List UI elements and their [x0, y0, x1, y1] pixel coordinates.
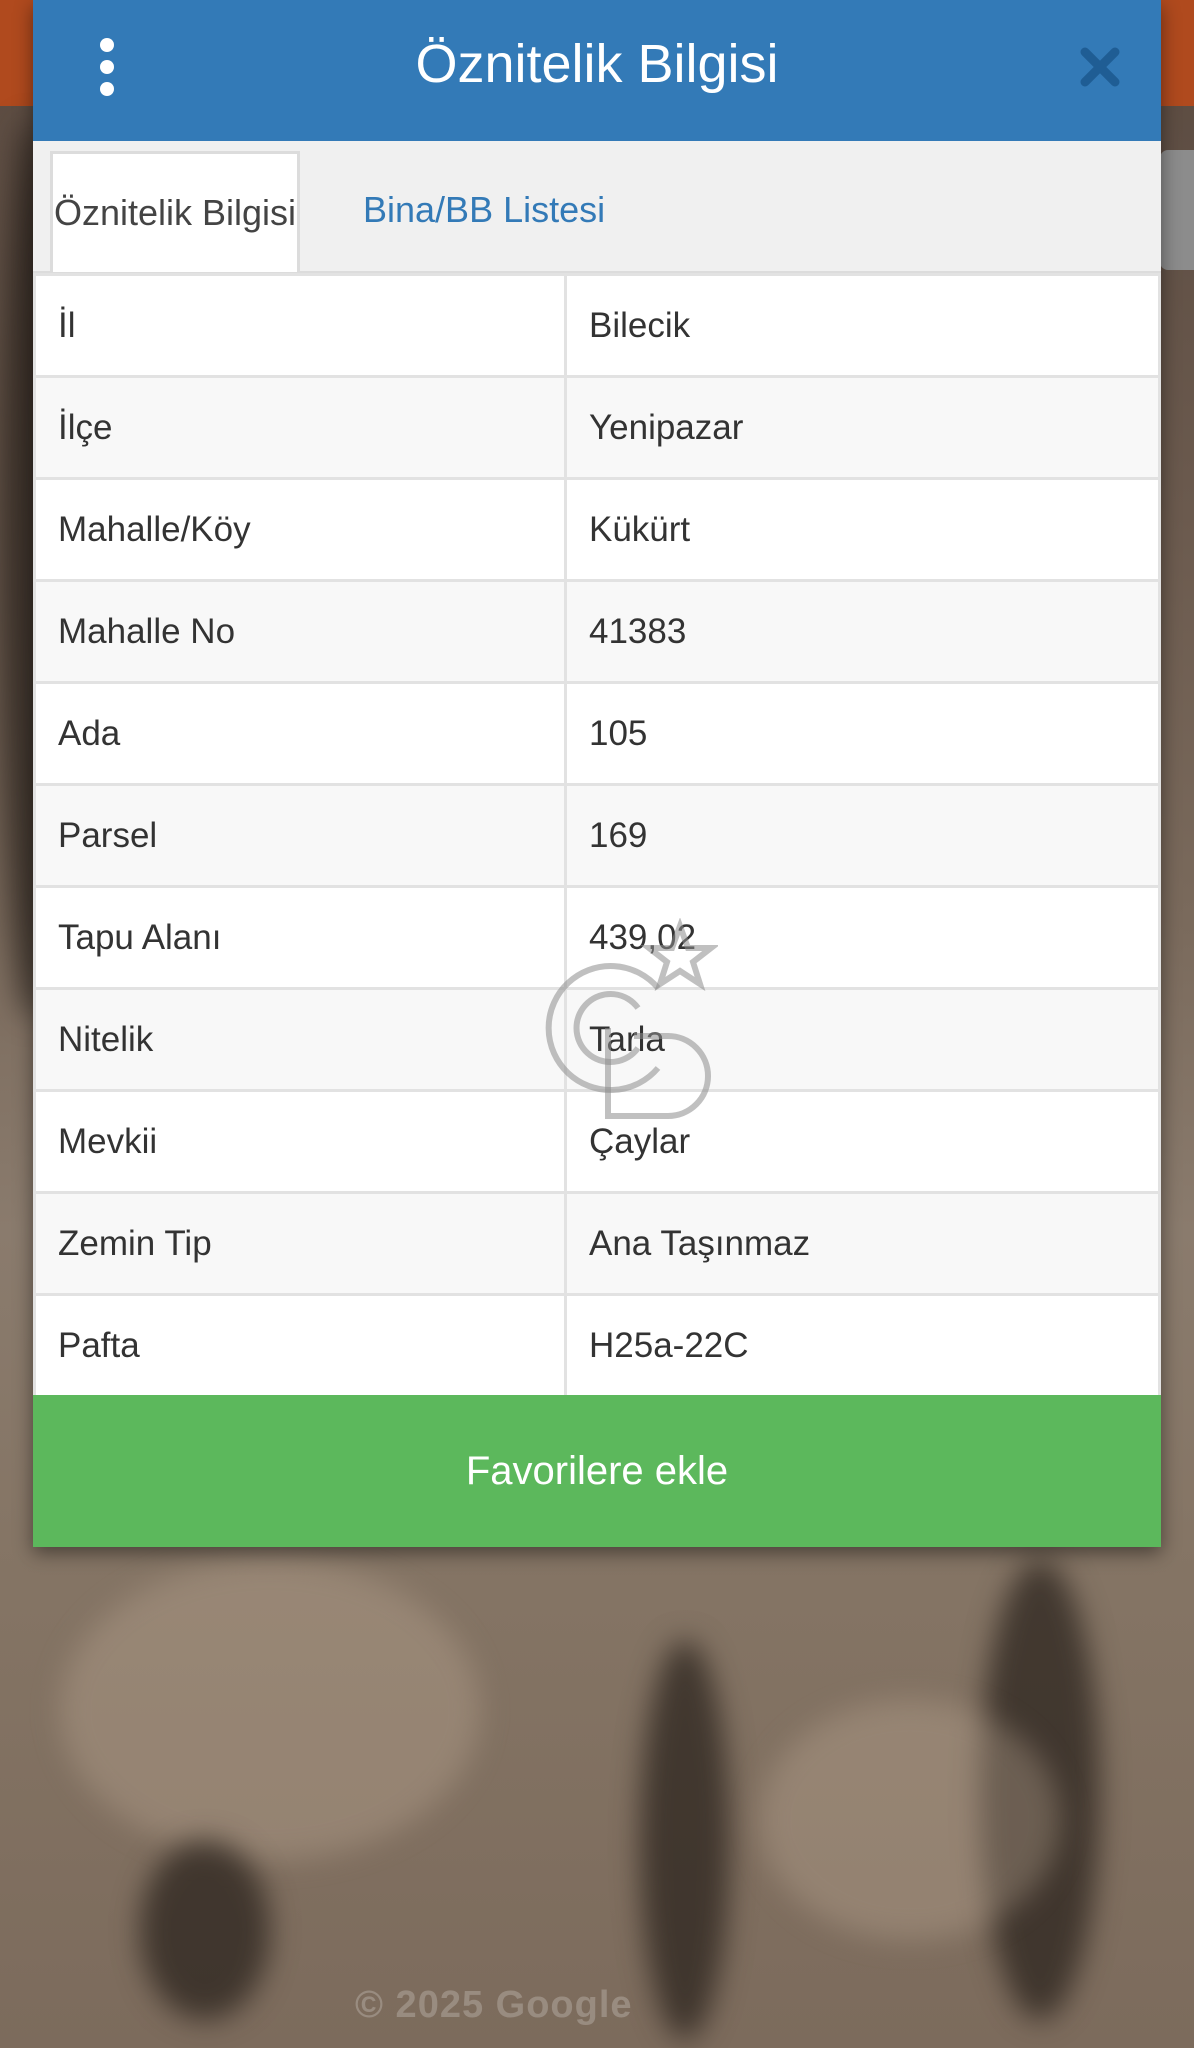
terrain-patch: [60, 1560, 480, 1860]
table-row: Mahalle No 41383: [33, 579, 1161, 684]
attribute-key: Zemin Tip: [33, 1191, 567, 1296]
table-row: Zemin Tip Ana Taşınmaz: [33, 1191, 1161, 1296]
attribute-value: Kükürt: [564, 477, 1161, 582]
table-row: Pafta H25a-22C: [33, 1293, 1161, 1398]
attribute-value: Tarla: [564, 987, 1161, 1092]
attribute-info-modal: Öznitelik Bilgisi Öznitelik Bilgisi Bina…: [33, 0, 1161, 1547]
tab-attribute-info[interactable]: Öznitelik Bilgisi: [50, 151, 300, 272]
tab-bar: Öznitelik Bilgisi Bina/BB Listesi: [33, 141, 1161, 273]
attribute-key: İl: [33, 273, 567, 378]
table-row: İl Bilecik: [33, 273, 1161, 378]
attribute-key: Parsel: [33, 783, 567, 888]
attribute-value: 439,02: [564, 885, 1161, 990]
attribute-value: Ana Taşınmaz: [564, 1191, 1161, 1296]
attribute-value: 41383: [564, 579, 1161, 684]
tab-building-list[interactable]: Bina/BB Listesi: [363, 151, 605, 269]
table-row: Parsel 169: [33, 783, 1161, 888]
table-row: İlçe Yenipazar: [33, 375, 1161, 480]
modal-title: Öznitelik Bilgisi: [415, 34, 779, 94]
attribute-value: 169: [564, 783, 1161, 888]
attribute-key: Pafta: [33, 1293, 567, 1398]
attribute-value: H25a-22C: [564, 1293, 1161, 1398]
add-to-favorites-button[interactable]: Favorilere ekle: [33, 1395, 1161, 1547]
terrain-patch: [760, 1700, 1060, 1940]
side-panel-handle[interactable]: [1160, 150, 1194, 270]
table-row: Nitelik Tarla: [33, 987, 1161, 1092]
terrain-shadow: [640, 1640, 730, 2040]
attribute-key: Ada: [33, 681, 567, 786]
attribute-value: Bilecik: [564, 273, 1161, 378]
modal-header: Öznitelik Bilgisi: [33, 0, 1161, 141]
attribute-table: İl Bilecik İlçe Yenipazar Mahalle/Köy Kü…: [33, 273, 1161, 1398]
attribute-key: Tapu Alanı: [33, 885, 567, 990]
attribute-key: İlçe: [33, 375, 567, 480]
attribute-key: Mahalle No: [33, 579, 567, 684]
terrain-shadow: [140, 1840, 270, 2020]
close-icon[interactable]: [1077, 44, 1123, 90]
table-row: Mevkii Çaylar: [33, 1089, 1161, 1194]
attribute-value: Yenipazar: [564, 375, 1161, 480]
map-attribution: © 2025 Google: [355, 1984, 633, 2026]
attribute-key: Nitelik: [33, 987, 567, 1092]
table-row: Ada 105: [33, 681, 1161, 786]
table-row: Tapu Alanı 439,02: [33, 885, 1161, 990]
attribute-key: Mevkii: [33, 1089, 567, 1194]
attribute-value: 105: [564, 681, 1161, 786]
table-row: Mahalle/Köy Kükürt: [33, 477, 1161, 582]
map-view[interactable]: © 2025 Google Öznitelik Bilgisi Özniteli…: [0, 0, 1194, 2048]
attribute-key: Mahalle/Köy: [33, 477, 567, 582]
attribute-value: Çaylar: [564, 1089, 1161, 1194]
